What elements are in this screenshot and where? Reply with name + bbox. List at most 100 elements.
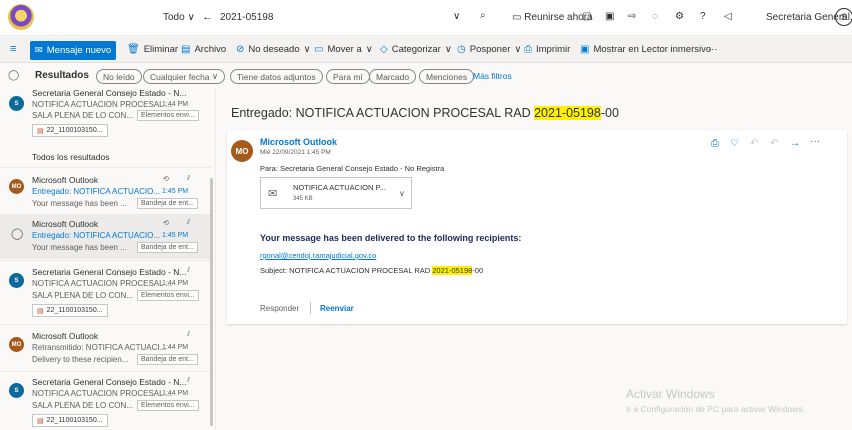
account-avatar[interactable]: S — [835, 8, 852, 26]
snooze-button[interactable]: ◷ Posponer ∨ — [457, 44, 521, 55]
more-filters-link[interactable]: Más filtros — [473, 71, 512, 81]
move-button[interactable]: ▭ Mover a ∨ — [314, 44, 373, 55]
forward-arrow-icon[interactable]: → — [790, 138, 800, 149]
message-date: Mié 22/09/2021 1:45 PM — [260, 149, 331, 156]
hamburger-menu-icon[interactable]: ≡ — [10, 43, 16, 55]
feedback-icon[interactable]: ◁ — [724, 11, 732, 22]
archive-button[interactable]: ▤ Archivo — [181, 44, 226, 55]
search-scope-label: Todo — [163, 12, 185, 23]
clock-icon: ◷ — [457, 44, 466, 55]
teams-icon[interactable]: ▢ — [582, 11, 591, 22]
avatar: MO — [9, 179, 24, 194]
delete-button[interactable]: 🗑 Eliminar — [127, 44, 178, 55]
list-scrollbar[interactable] — [210, 178, 213, 426]
folder-badge: Elementos envi... — [137, 400, 199, 411]
activation-watermark-subtitle: Ir a Configuración de PC para activar Wi… — [626, 404, 806, 414]
filter-attachments[interactable]: Tiene datos adjuntos — [230, 69, 323, 84]
list-item[interactable]: MO Microsoft Outlook ⫽ Retransmitido: NO… — [0, 327, 212, 371]
archive-icon: ▤ — [181, 44, 191, 55]
attachment-chip[interactable]: ▤ 22_1100103150... — [32, 124, 108, 137]
printer-icon: ⎙ — [524, 44, 532, 55]
categorize-button[interactable]: ◇ Categorizar ∨ — [380, 44, 452, 55]
chevron-down-icon: ∨ — [514, 44, 522, 55]
delete-label: Eliminar — [143, 44, 179, 55]
search-icon[interactable]: ⌕ — [480, 10, 486, 21]
check-circle-icon[interactable]: ◯ — [8, 70, 19, 81]
print-icon[interactable]: ⎙ — [711, 138, 719, 149]
print-label: Imprimir — [536, 44, 571, 55]
folder-move-icon: ▭ — [314, 44, 324, 55]
body-subject-line: Subject: NOTIFICA ACTUACION PROCESAL RAD… — [260, 266, 483, 275]
search-input[interactable]: 2021-05198 — [220, 12, 273, 23]
filter-any-date-label: Cualquier fecha — [150, 71, 210, 82]
video-icon: ▭ — [512, 12, 525, 23]
list-item[interactable]: S Secretaria General Consejo Estado - N.… — [0, 88, 212, 140]
title-bar: Todo ∨ ← 2021-05198 ∨ ⌕ ▭ Reunirse ahora… — [0, 0, 852, 36]
list-item-selected[interactable]: ◯ Microsoft Outlook ⟲ ⫽ Entregado: NOTIF… — [0, 215, 212, 259]
organization-logo — [8, 4, 34, 30]
forward-button[interactable]: Reenviar — [320, 304, 354, 313]
reply-button[interactable]: Responder — [260, 304, 299, 313]
attachment-chip-label: 22_1100103150... — [46, 417, 103, 424]
reply-icon[interactable]: ↶ — [750, 138, 758, 149]
immersive-reader-button[interactable]: ▣ Mostrar en Lector inmersivo — [580, 44, 711, 55]
attachment-chip[interactable]: ▤ 22_1100103150... — [32, 304, 108, 317]
subject-text: Entregado: NOTIFICA ACTUACION PROCESAL R… — [231, 106, 535, 120]
back-arrow-icon[interactable]: ← — [202, 11, 213, 23]
bell-icon[interactable]: ◌ — [652, 11, 658, 22]
select-checkbox[interactable]: ◯ — [11, 227, 23, 240]
section-header: Todos los resultados — [32, 152, 110, 162]
list-item[interactable]: S Secretaria General Consejo Estado - N.… — [0, 375, 212, 430]
search-scope-dropdown[interactable]: Todo ∨ — [163, 12, 195, 23]
list-item[interactable]: MO Microsoft Outlook ⟲ ⫽ Entregado: NOTI… — [0, 171, 212, 213]
paperclip-icon: ⫽ — [187, 175, 191, 182]
paperclip-icon: ⫽ — [187, 377, 191, 384]
attachment-chip[interactable]: ▤ 22_1100103150... — [32, 414, 108, 427]
results-label: Resultados — [35, 70, 89, 81]
more-actions-button[interactable]: ··· — [708, 44, 718, 55]
compose-icon: ✉ — [34, 45, 43, 56]
filter-flagged[interactable]: Marcado — [369, 69, 417, 84]
share-icon[interactable]: ⇨ — [628, 11, 636, 22]
list-item-subject: NOTIFICA ACTUACION PROCESAL ... — [32, 279, 173, 288]
more-options-icon[interactable]: ··· — [810, 136, 820, 147]
word-icon[interactable]: ▣ — [605, 11, 614, 22]
list-item-time: 1:45 PM — [162, 232, 189, 239]
immersive-reader-icon: ▣ — [580, 44, 590, 55]
chevron-down-icon: ∨ — [365, 44, 373, 55]
move-label: Mover a — [327, 44, 362, 55]
new-mail-button[interactable]: ✉ Mensaje nuevo — [30, 41, 116, 60]
meet-now-button[interactable]: ▭ Reunirse ahora — [512, 12, 593, 23]
junk-button[interactable]: ⊘ No deseado ∨ — [236, 44, 311, 55]
reply-all-icon[interactable]: ↶ — [770, 138, 778, 149]
delivery-heading: Your message has been delivered to the f… — [260, 233, 522, 243]
filter-mentions[interactable]: Menciones — [419, 69, 475, 84]
list-item-time: 1:44 PM — [162, 344, 189, 351]
immersive-reader-label: Mostrar en Lector inmersivo — [593, 44, 712, 55]
recipient-link[interactable]: rgonal@cendoj.ramajudicial.gov.co — [260, 251, 376, 260]
gear-icon[interactable]: ⚙ — [675, 11, 684, 22]
sender-avatar: MO — [231, 140, 253, 162]
print-button[interactable]: ⎙ Imprimir — [524, 44, 570, 55]
filter-unread[interactable]: No leído — [96, 69, 142, 84]
like-icon[interactable]: ♡ — [730, 138, 739, 149]
message-card: MO Microsoft Outlook Mié 22/09/2021 1:45… — [227, 130, 847, 324]
paperclip-icon: ⫽ — [187, 219, 191, 226]
body-subject-suffix: -00 — [472, 266, 484, 275]
folder-badge: Elementos envi... — [137, 110, 199, 121]
message-list: S Secretaria General Consejo Estado - N.… — [0, 88, 216, 430]
list-item-time: 1:44 PM — [162, 101, 189, 108]
attachment-card[interactable]: ✉ NOTIFICA ACTUACION P... 345 KB ∨ — [260, 177, 412, 209]
archive-label: Archivo — [194, 44, 227, 55]
chevron-down-icon[interactable]: ∨ — [399, 189, 405, 198]
paperclip-icon: ⫽ — [187, 331, 191, 338]
list-item[interactable]: S Secretaria General Consejo Estado - N.… — [0, 265, 212, 320]
filter-to-me[interactable]: Para mí — [326, 69, 370, 84]
attachment-size: 345 KB — [293, 196, 313, 202]
sender-name[interactable]: Microsoft Outlook — [260, 137, 337, 147]
file-icon: ▤ — [37, 127, 44, 135]
help-icon[interactable]: ? — [700, 11, 706, 22]
filter-any-date[interactable]: Cualquier fecha ∨ — [143, 69, 226, 84]
chevron-down-icon: ∨ — [187, 12, 195, 23]
chevron-down-icon[interactable]: ∨ — [453, 11, 460, 22]
